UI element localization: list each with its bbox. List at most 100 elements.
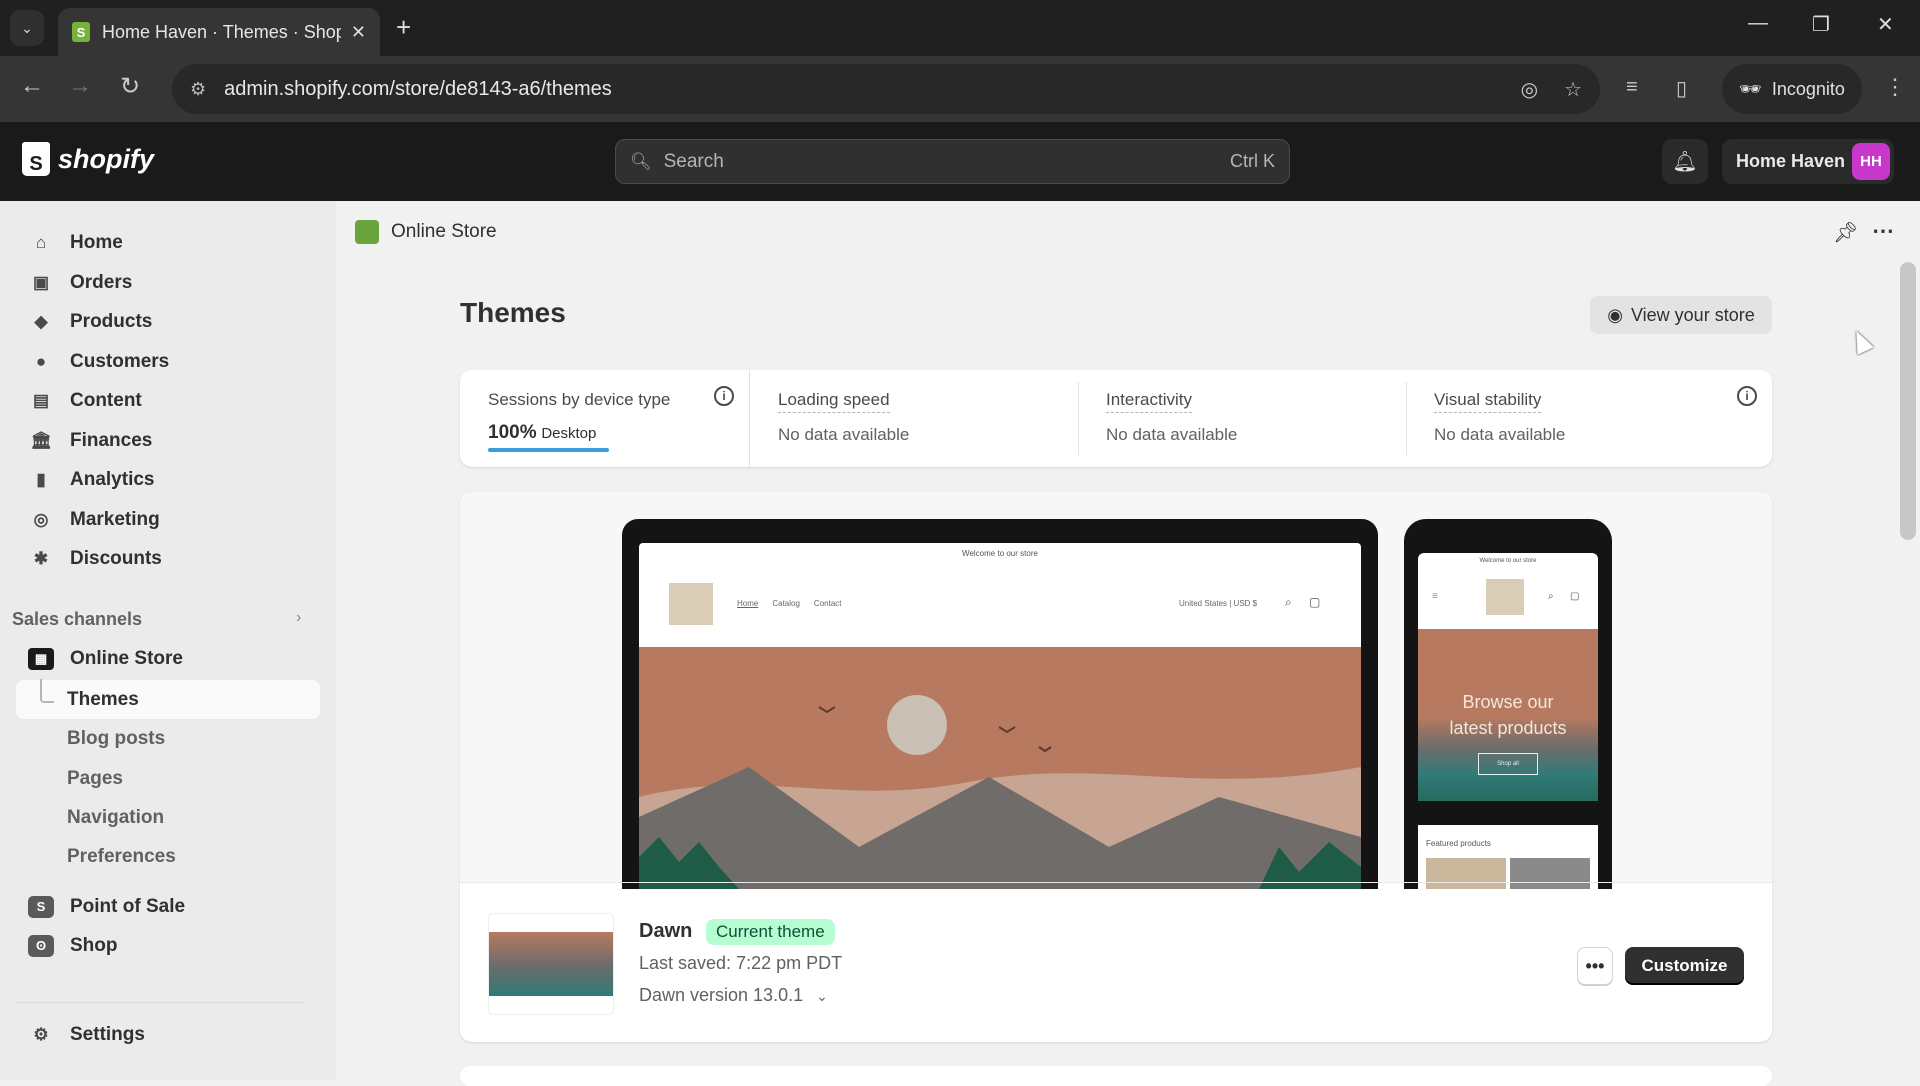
incognito-badge[interactable]: 🕶 Incognito [1722, 64, 1862, 114]
sidebar-item-shop[interactable]: ʘ Shop [28, 928, 118, 964]
tab-title: Home Haven · Themes · Shopify [102, 21, 341, 42]
sidebar-subitem-navigation[interactable]: Navigation [67, 807, 164, 829]
visual-stability-value: No data available [1434, 425, 1566, 444]
sessions-bar [488, 448, 609, 452]
sidebar-item-orders[interactable]: ▣ Orders [28, 265, 132, 301]
sidebar-item-label: Finances [70, 430, 153, 451]
eye-off-icon[interactable]: ◎ [1521, 77, 1538, 102]
browser-menu-icon[interactable]: ⋮ [1884, 74, 1906, 100]
interactivity-metric[interactable]: Interactivity No data available [1078, 370, 1406, 467]
new-tab-button[interactable]: + [396, 12, 411, 43]
announcement-bar: Welcome to our store [962, 549, 1038, 558]
sidebar-item-products[interactable]: ◆ Products [28, 304, 152, 340]
bell-icon: 🔔︎ [1672, 151, 1698, 173]
pos-icon: S [28, 896, 54, 918]
theme-actions-button[interactable]: ••• [1577, 947, 1613, 985]
sidebar-item-label: Settings [70, 1024, 145, 1045]
sidebar-item-analytics[interactable]: ▮ Analytics [28, 462, 154, 498]
preview-search-icon: ⌕ [1285, 595, 1292, 609]
logo-text: shopify [58, 143, 155, 174]
sidebar-item-content[interactable]: ▤ Content [28, 383, 142, 419]
sidebar-subitem-preferences[interactable]: Preferences [67, 846, 176, 868]
sidebar-subitem-pages[interactable]: Pages [67, 768, 123, 790]
info-icon[interactable]: i [714, 386, 734, 406]
shopify-logo[interactable]: S shopify [22, 142, 154, 176]
home-icon: ⌂ [35, 233, 47, 252]
orders-icon: ▣ [32, 273, 50, 292]
shopify-bag-icon: S [22, 142, 50, 176]
preview-nav-link: Contact [813, 599, 842, 608]
sidebar-item-discounts[interactable]: ✱ Discounts [28, 541, 162, 577]
interactivity-label: Interactivity [1106, 390, 1192, 413]
sidebar-item-finances[interactable]: 🏛︎ Finances [28, 423, 152, 459]
visual-stability-label: Visual stability [1434, 390, 1542, 413]
chevron-right-icon[interactable]: › [296, 609, 301, 627]
sessions-metric[interactable]: Sessions by device type 100% Desktop i [460, 370, 750, 467]
theme-thumbnail[interactable] [488, 913, 614, 1015]
sidebar-item-label: Customers [70, 351, 170, 372]
shop-icon: ʘ [28, 935, 54, 957]
forward-icon[interactable]: → [68, 72, 92, 100]
site-settings-icon[interactable]: ⚙ [190, 79, 206, 100]
notifications-button[interactable]: 🔔︎ [1662, 139, 1708, 184]
mobile-cart-icon: ▢ [1570, 591, 1580, 602]
sidebar-item-point-of-sale[interactable]: S Point of Sale [28, 889, 185, 925]
incognito-icon: 🕶 [1739, 78, 1762, 99]
close-tab-icon[interactable]: ✕ [351, 22, 366, 43]
sidebar-item-label: Marketing [70, 509, 160, 530]
sidebar-item-label: Analytics [70, 469, 155, 490]
star-icon[interactable]: ☆ [1564, 77, 1582, 102]
address-bar[interactable]: ⚙ admin.shopify.com/store/de8143-a6/them… [172, 64, 1600, 114]
info-icon[interactable]: i [1737, 386, 1757, 406]
back-icon[interactable]: ← [20, 72, 44, 100]
mobile-preview-screen: Welcome to our store ≡ ⌕ ▢ Browse our la… [1418, 553, 1598, 889]
sidebar-item-online-store[interactable]: ▦ Online Store [28, 641, 183, 677]
pin-icon[interactable]: 📌︎ [1833, 220, 1858, 245]
mobile-store-logo [1486, 579, 1524, 615]
store-icon: ▦ [28, 648, 54, 670]
close-window-icon[interactable]: ✕ [1877, 12, 1894, 37]
search-shortcut: Ctrl K [1230, 151, 1275, 171]
customize-button[interactable]: Customize [1625, 947, 1744, 985]
online-store-icon [355, 220, 379, 244]
view-store-button[interactable]: ◉ View your store [1590, 296, 1772, 334]
view-store-label: View your store [1630, 304, 1755, 325]
sidebar-item-customers[interactable]: ● Customers [28, 344, 169, 380]
preview-cart-icon: ▢ [1309, 595, 1321, 609]
visual-stability-metric[interactable]: Visual stability No data available [1406, 370, 1772, 467]
sidebar-item-label: Home [70, 232, 123, 253]
sidebar-item-label: Discounts [70, 548, 162, 569]
loading-speed-label: Loading speed [778, 390, 890, 413]
reload-icon[interactable]: ↻ [120, 72, 140, 101]
shopify-topbar: S shopify 🔍︎ Search Ctrl K 🔔︎ Home Haven… [0, 122, 1920, 201]
sidebar-icon[interactable]: ▯ [1676, 76, 1687, 101]
sidebar-item-marketing[interactable]: ◎ Marketing [28, 502, 160, 538]
sidebar-subitem-blog-posts[interactable]: Blog posts [67, 728, 165, 750]
more-actions-icon[interactable]: ⋯ [1872, 218, 1894, 244]
scrollbar-thumb[interactable] [1900, 262, 1916, 540]
loading-speed-metric[interactable]: Loading speed No data available [750, 370, 1078, 467]
browser-tab[interactable]: S Home Haven · Themes · Shopify ✕ [58, 8, 380, 56]
media-icon[interactable]: ≡ [1626, 76, 1638, 99]
store-logo-image [669, 583, 713, 625]
restore-icon[interactable]: ❐ [1812, 12, 1830, 37]
minimize-icon[interactable]: — [1748, 12, 1768, 35]
sidebar-item-home[interactable]: ⌂ Home [28, 225, 123, 261]
url-text[interactable]: admin.shopify.com/store/de8143-a6/themes [224, 78, 1494, 101]
sidebar: ⌂ Home ▣ Orders ◆ Products ● Customers ▤ Cont… [0, 201, 336, 1080]
mobile-menu-icon: ≡ [1432, 591, 1438, 602]
sidebar-item-label: Content [70, 390, 142, 411]
sidebar-subitem-themes[interactable]: Themes [67, 689, 139, 711]
theme-name: Dawn [639, 920, 693, 942]
shopify-favicon-icon: S [72, 22, 90, 42]
sidebar-item-themes-active[interactable] [16, 680, 320, 719]
tab-search-button[interactable]: ⌄ [10, 10, 44, 46]
theme-version-toggle[interactable]: Dawn version 13.0.1 ⌄ [639, 985, 828, 1006]
breadcrumb[interactable]: Online Store [355, 220, 497, 244]
theme-preview[interactable]: Welcome to our store Home Catalog Contac… [460, 492, 1772, 889]
sidebar-item-settings[interactable]: ⚙ Settings [28, 1017, 145, 1053]
mobile-hero-heading-1: Browse our [1462, 692, 1554, 712]
search-input[interactable]: 🔍︎ Search Ctrl K [615, 139, 1290, 184]
sessions-percent: 100% [488, 422, 537, 443]
store-menu-button[interactable]: Home Haven HH [1722, 139, 1894, 184]
